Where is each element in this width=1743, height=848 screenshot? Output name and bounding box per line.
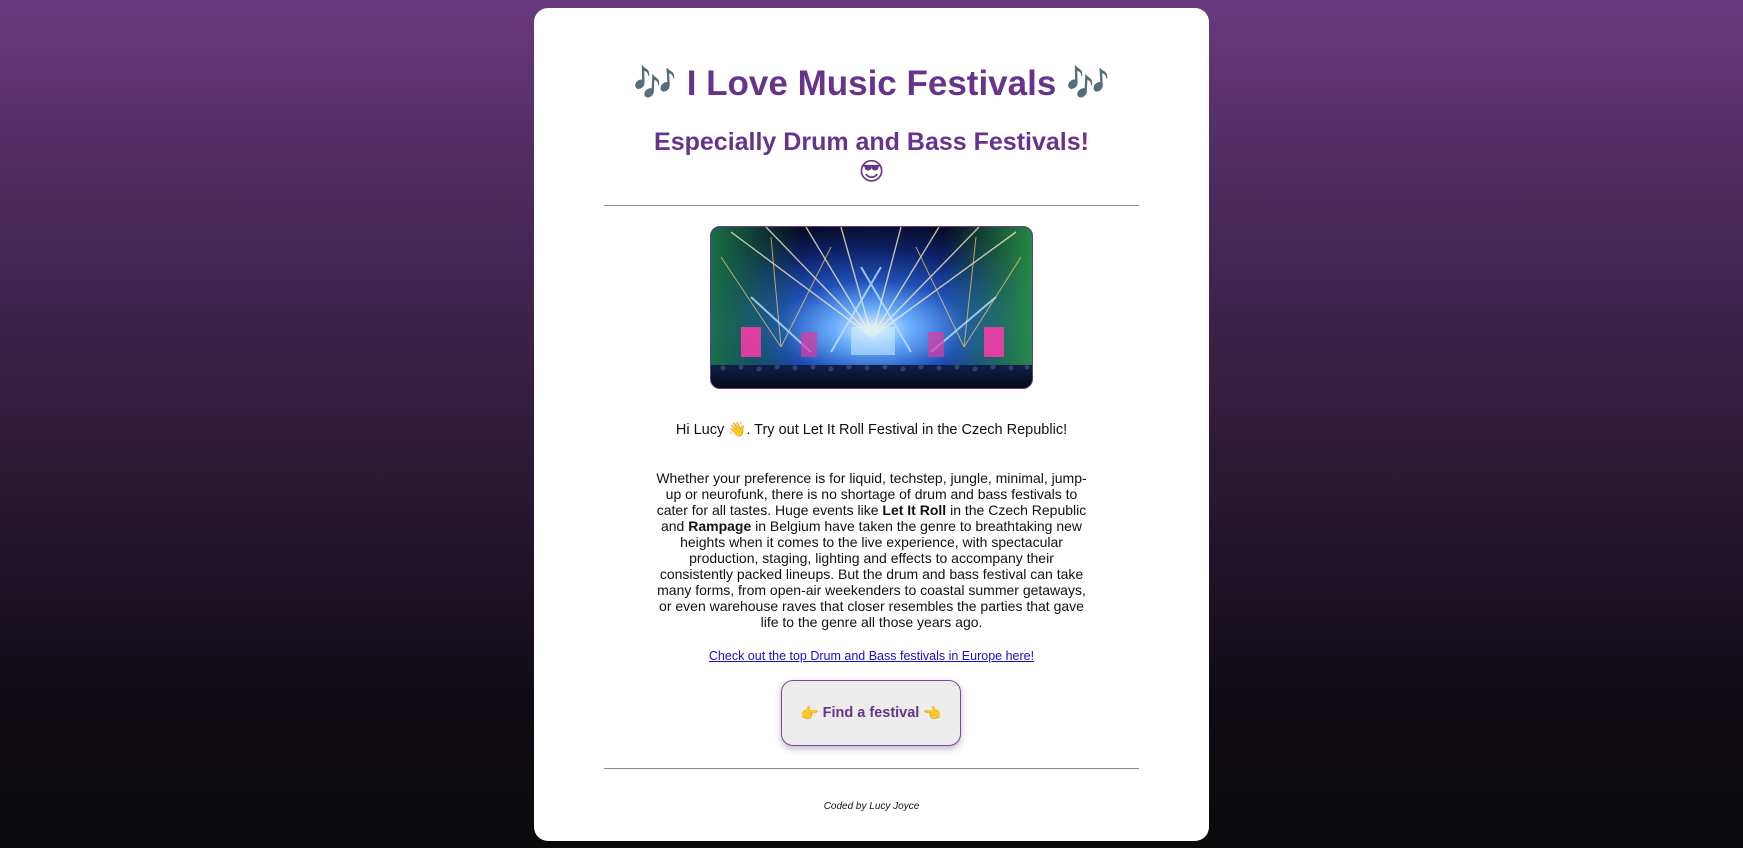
greeting-post: . Try out Let It Roll Festival in the Cz… <box>746 422 1068 438</box>
top-festivals-link[interactable]: Check out the top Drum and Bass festival… <box>709 649 1034 663</box>
waving-hand-icon: 👋 <box>728 422 747 438</box>
pointing-left-icon: 👈 <box>923 705 942 722</box>
divider-top <box>604 205 1139 206</box>
festivals-link-wrapper: Check out the top Drum and Bass festival… <box>534 648 1209 664</box>
music-notes-icon: 🎶 <box>1066 64 1110 103</box>
description-part-3: in Belgium have taken the genre to breat… <box>657 518 1086 630</box>
greeting-pre: Hi Lucy <box>675 422 729 438</box>
find-festival-button[interactable]: 👉 Find a festival 👈 <box>781 680 961 746</box>
hero-image <box>710 226 1033 389</box>
page-title: 🎶 I Love Music Festivals 🎶 <box>534 64 1209 104</box>
page-title-text: I Love Music Festivals <box>686 64 1057 103</box>
divider-bottom <box>604 768 1139 769</box>
find-festival-label: Find a festival <box>822 705 920 721</box>
greeting-text: Hi Lucy 👋. Try out Let It Roll Festival … <box>534 420 1209 440</box>
footer-credit: Coded by Lucy Joyce <box>823 801 920 812</box>
description-bold-rampage: Rampage <box>688 518 752 534</box>
subtitle-post: Festivals! <box>966 128 1089 156</box>
subtitle-pre: Especially <box>654 128 784 156</box>
description-bold-let-it-roll: Let It Roll <box>882 502 947 518</box>
content-card: 🎶 I Love Music Festivals 🎶 Especially Dr… <box>534 8 1209 841</box>
festival-description: Whether your preference is for liquid, t… <box>656 470 1087 630</box>
festival-stage-illustration <box>711 227 1032 388</box>
pointing-right-icon: 👉 <box>800 705 819 722</box>
page-subtitle: Especially Drum and Bass Festivals! 😎 <box>654 127 1089 187</box>
music-notes-icon: 🎶 <box>633 64 677 103</box>
subtitle-bold: Drum and Bass <box>783 128 967 156</box>
sunglasses-emoji-icon: 😎 <box>858 158 885 186</box>
